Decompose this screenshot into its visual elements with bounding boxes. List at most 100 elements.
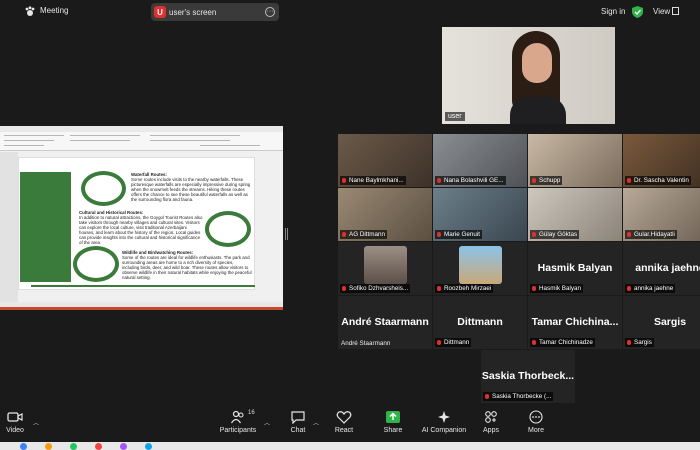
participant-name-label: annika jaehne xyxy=(625,284,676,293)
participant-tile[interactable]: André Staarmann André Staarmann xyxy=(338,296,432,349)
video-options-caret-icon[interactable]: ︿ xyxy=(33,418,39,427)
participant-tile[interactable]: Dittmann Dittmann xyxy=(433,296,527,349)
video-camera-icon xyxy=(7,412,23,422)
participant-tile[interactable]: Schupp xyxy=(528,134,622,187)
participant-name-label: Gülay Göktas xyxy=(530,230,580,239)
participant-tile[interactable]: AG Dittmann xyxy=(338,188,432,241)
muted-mic-icon xyxy=(485,394,489,399)
view-layout-icon[interactable] xyxy=(672,7,679,15)
participants-button[interactable]: Participants xyxy=(208,410,268,434)
ribbon-group xyxy=(70,140,130,141)
ai-companion-label: AI Companion xyxy=(421,427,467,434)
participants-label: Participants xyxy=(219,427,257,434)
sparkle-icon xyxy=(438,411,450,423)
participant-tile[interactable]: Nane Baylmkhani... xyxy=(338,134,432,187)
ribbon-group xyxy=(200,145,260,146)
participant-tile[interactable]: Sofiko Dzhvarsheis... xyxy=(338,242,432,295)
participant-avatar-photo xyxy=(459,246,502,284)
participant-name-text: Hasmik Balyan xyxy=(539,285,581,292)
participant-display-name: Hasmik Balyan xyxy=(537,262,613,274)
participants-icon xyxy=(230,410,244,424)
participant-tile[interactable]: annika jaehne annika jaehne xyxy=(623,242,700,295)
more-options-icon[interactable]: ··· xyxy=(265,7,275,17)
participant-display-name: Sargis xyxy=(653,316,687,328)
participant-name-label: Marie Genuit xyxy=(435,230,483,239)
video-label: Video xyxy=(6,427,24,434)
participant-name-label: Dr. Sascha Valentin xyxy=(625,176,691,185)
participant-name-text: Tamar Chichinadze xyxy=(539,339,593,346)
ribbon-tabs xyxy=(0,126,283,132)
presentation-slide: Waterfall Routes: Some routes include vi… xyxy=(18,157,255,290)
participant-tile[interactable]: Hasmik Balyan Hasmik Balyan xyxy=(528,242,622,295)
presentation-status-bar xyxy=(0,302,283,310)
taskbar-app-icon[interactable] xyxy=(20,443,27,450)
encryption-shield-icon[interactable] xyxy=(632,6,643,18)
participant-name-text: Roozbeh Mirzaei xyxy=(444,285,492,292)
heart-icon xyxy=(336,411,352,424)
participant-tile[interactable]: Dr. Sascha Valentin xyxy=(623,134,700,187)
participant-name-label: Schupp xyxy=(530,176,563,185)
muted-mic-icon xyxy=(342,178,346,183)
taskbar-app-icon[interactable] xyxy=(95,443,102,450)
participant-name-text: Schupp xyxy=(539,177,561,184)
taskbar-app-icon[interactable] xyxy=(120,443,127,450)
ribbon-group xyxy=(150,135,240,136)
participant-name-text: André Staarmann xyxy=(341,340,391,347)
muted-mic-icon xyxy=(342,232,346,237)
muted-mic-icon xyxy=(437,178,441,183)
participant-name-text: AG Dittmann xyxy=(349,231,386,238)
muted-mic-icon xyxy=(437,232,441,237)
screen-share-indicator[interactable]: U user's screen ··· xyxy=(151,3,279,21)
meeting-toolbar: Video ︿ Participants 16 ︿ Chat ︿ React S… xyxy=(0,408,700,442)
participant-display-name: André Staarmann xyxy=(341,316,429,328)
taskbar-app-icon[interactable] xyxy=(145,443,152,450)
slide-text-block-3: Wildlife and Birdwatching Routes: Some o… xyxy=(122,250,252,280)
participant-name-text: Sargis xyxy=(634,339,652,346)
participant-name-text: Marie Genuit xyxy=(444,231,481,238)
participant-avatar-photo xyxy=(364,246,407,284)
participant-tile[interactable]: Marie Genuit xyxy=(433,188,527,241)
zoom-meeting-window: Meeting U user's screen ··· Sign in View xyxy=(0,0,700,450)
participant-tile[interactable]: Tamar Chichina... Tamar Chichinadze xyxy=(528,296,622,349)
participant-name-label: Sargis xyxy=(625,338,654,347)
participant-video xyxy=(522,43,552,83)
participant-name-text: Nane Baylmkhani... xyxy=(349,177,404,184)
meeting-icon[interactable] xyxy=(24,6,36,18)
slide-block-body: In addition to natural attractions, the … xyxy=(79,215,203,245)
self-video-tile[interactable]: user xyxy=(442,27,615,124)
participant-video xyxy=(510,97,566,124)
view-button[interactable]: View xyxy=(653,7,670,16)
participant-name-label: Roozbeh Mirzaei xyxy=(435,284,494,293)
participant-tile[interactable]: Nana Bolashvili GE... xyxy=(433,134,527,187)
taskbar-app-icon[interactable] xyxy=(70,443,77,450)
participant-name-text: Dittmann xyxy=(444,339,470,346)
participant-name-text: Gülay Göktas xyxy=(539,231,578,238)
participant-display-name: Dittmann xyxy=(457,316,503,328)
chat-bubble-icon xyxy=(291,411,305,424)
muted-mic-icon xyxy=(532,232,536,237)
participant-name-label: Tamar Chichinadze xyxy=(530,338,595,347)
muted-mic-icon xyxy=(627,178,631,183)
participant-name-label: Dittmann xyxy=(435,338,472,347)
slide-divider xyxy=(31,285,255,287)
sharer-avatar: U xyxy=(154,6,166,18)
participant-tile[interactable]: Gülay Göktas xyxy=(528,188,622,241)
participant-name-label: Nana Bolashvili GE... xyxy=(435,176,506,185)
more-button[interactable]: More xyxy=(506,410,566,434)
participant-tile[interactable]: Gular.Hidayatli xyxy=(623,188,700,241)
slide-circle-image xyxy=(81,171,126,206)
taskbar-app-icon[interactable] xyxy=(45,443,52,450)
meeting-label[interactable]: Meeting xyxy=(40,6,68,15)
panel-resize-handle[interactable] xyxy=(285,228,288,240)
share-screen-icon xyxy=(386,411,400,423)
participant-tile[interactable]: Saskia Thorbeck... Saskia Thorbecke (... xyxy=(481,350,575,403)
sign-in-link[interactable]: Sign in xyxy=(601,7,625,16)
muted-mic-icon xyxy=(532,340,536,345)
participant-name-label: Hasmik Balyan xyxy=(530,284,583,293)
participant-tile[interactable]: Roozbeh Mirzaei xyxy=(433,242,527,295)
participant-name-text: annika jaehne xyxy=(634,285,674,292)
participant-tile[interactable]: Sargis Sargis xyxy=(623,296,700,349)
react-label: React xyxy=(334,427,354,434)
share-label: Share xyxy=(383,427,403,434)
participant-name-label: AG Dittmann xyxy=(340,230,388,239)
